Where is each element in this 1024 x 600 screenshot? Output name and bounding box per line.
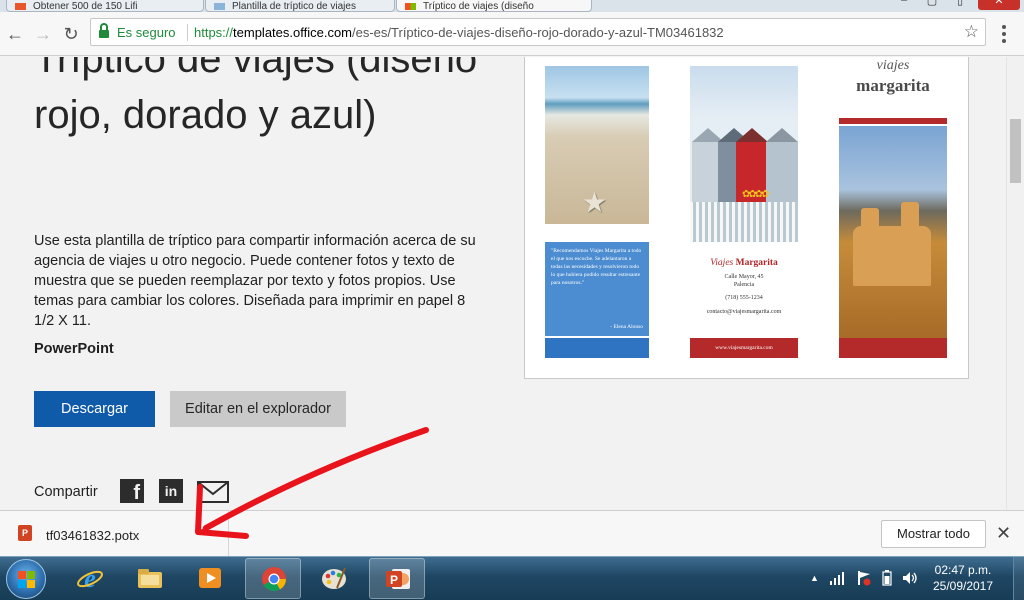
page-title: Tríptico de viajes (diseño rojo, dorado … [34, 57, 478, 137]
tab-title: Tríptico de viajes (diseño [423, 1, 534, 12]
browser-menu-icon[interactable] [998, 23, 1010, 45]
sandcastle-photo [839, 126, 947, 338]
restore-button[interactable]: ▢ [920, 0, 944, 10]
show-desktop-button[interactable] [1013, 557, 1024, 600]
starfish-icon: ★ [582, 187, 608, 218]
taskbar-powerpoint[interactable]: P [369, 558, 425, 599]
clock-date: 25/09/2017 [932, 579, 994, 593]
paint-palette-icon [322, 567, 346, 589]
cover-red-line [839, 118, 947, 124]
show-all-downloads-button[interactable]: Mostrar todo [881, 520, 986, 548]
scrollbar-thumb[interactable] [1010, 119, 1021, 183]
city-line: Palencia [733, 281, 755, 288]
cover-title-line2: margarita [856, 76, 930, 95]
agency-info: Viajes Margarita Calle Mayor, 45 Palenci… [690, 258, 798, 316]
minimize-button[interactable]: – [892, 0, 916, 10]
beach-huts-photo: ✿✿✿✿ [690, 66, 798, 242]
svg-text:e: e [84, 564, 96, 592]
close-shelf-icon[interactable]: ✕ [996, 523, 1011, 544]
tab-favicon-icon [15, 3, 26, 10]
flowers: ✿✿✿✿ [742, 189, 769, 200]
linkedin-icon[interactable]: in [159, 479, 183, 503]
internet-explorer-icon: e [77, 564, 103, 592]
powerpoint-file-icon: P [18, 525, 32, 541]
testimonial-box: "Recomendamos Viajes Margarita a todo el… [545, 242, 649, 336]
start-button[interactable] [6, 559, 46, 599]
reload-icon[interactable]: ↻ [60, 23, 82, 45]
bookmark-star-icon[interactable]: ☆ [964, 22, 979, 42]
back-arrow-icon[interactable]: ← [4, 23, 26, 45]
vertical-scrollbar[interactable] [1006, 57, 1024, 510]
tab-3-active[interactable]: Tríptico de viajes (diseño [396, 0, 592, 12]
download-button[interactable]: Descargar [34, 391, 155, 427]
cover-title: viajes margarita [839, 58, 947, 96]
lock-icon [99, 23, 109, 38]
windows-logo-icon [18, 571, 36, 589]
template-description: Use esta plantilla de tríptico para comp… [34, 233, 476, 329]
agency-brand: Viajes Margarita [710, 258, 778, 268]
browser-toolbar: ← → ↻ Es seguro https://templates.office… [0, 12, 1024, 56]
action-center-flag-icon[interactable] [856, 570, 872, 586]
facebook-icon[interactable]: f [120, 479, 144, 504]
battery-icon[interactable] [882, 570, 892, 586]
secure-label: Es seguro [117, 25, 176, 40]
tab-title: Obtener 500 de 150 Lifi [33, 1, 138, 12]
taskbar-chrome[interactable] [245, 558, 301, 599]
white-fence [690, 202, 798, 242]
castle-tower [901, 202, 919, 226]
cover-footer-bar [839, 338, 947, 358]
phone-line: (718) 555-1234 [725, 295, 763, 301]
testimonial-author: - Elena Alonso [610, 324, 643, 330]
sandcastle [853, 226, 931, 286]
email-line: contacto@viajesmargarita.com [706, 308, 782, 315]
close-window-button[interactable]: ✕ [978, 0, 1020, 10]
network-signal-icon[interactable] [830, 571, 846, 585]
show-hidden-icons-icon[interactable]: ▲ [810, 573, 819, 583]
svg-text:P: P [390, 573, 398, 587]
clock-time: 02:47 p.m. [934, 563, 992, 577]
volume-icon[interactable] [902, 570, 918, 586]
address-line: Calle Mayor, 45 [724, 274, 764, 280]
beach-photo: ★ [545, 66, 649, 224]
template-preview: ★ "Recomendamos Viajes Margarita a todo … [524, 57, 969, 379]
office-favicon-icon [405, 3, 416, 10]
chevron-up-icon[interactable]: ^ [202, 524, 207, 536]
cover-title-line1: viajes [876, 58, 910, 73]
downloaded-file-name[interactable]: tf03461832.potx [46, 528, 139, 543]
tab-strip: Obtener 500 de 150 Lifi Plantilla de trí… [0, 0, 1024, 12]
taskbar-clock[interactable]: 02:47 p.m. 25/09/2017 [925, 562, 1001, 594]
application-name: PowerPoint [34, 341, 114, 357]
tab-title: Plantilla de tríptico de viajes [232, 1, 356, 12]
page-content: Tríptico de viajes (diseño rojo, dorado … [0, 57, 1006, 510]
user-icon[interactable]: ▯ [948, 0, 972, 10]
taskbar-internet-explorer[interactable]: e [62, 558, 118, 599]
chrome-icon [262, 567, 286, 592]
testimonial-text: "Recomendamos Viajes Margarita a todo el… [551, 248, 642, 286]
taskbar-paint[interactable] [306, 558, 362, 599]
folder-icon [138, 569, 162, 588]
downloaded-file-item[interactable]: P tf03461832.potx ^ [0, 511, 229, 557]
powerpoint-icon: P [386, 569, 410, 589]
hut [766, 128, 798, 202]
blue-footer-bar [545, 338, 649, 358]
url-text[interactable]: https://templates.office.com/es-es/Trípt… [194, 25, 724, 40]
email-icon[interactable] [197, 481, 229, 503]
windows-taskbar: e P ▲ 02:47 p.m. 25/09/2017 [0, 556, 1024, 600]
taskbar-file-explorer[interactable] [122, 558, 178, 599]
tab-1[interactable]: Obtener 500 de 150 Lifi [6, 0, 204, 12]
share-label: Compartir [34, 484, 98, 500]
address-bar[interactable]: Es seguro https://templates.office.com/e… [90, 18, 986, 46]
website-bar: www.viajesmargarita.com [690, 338, 798, 358]
forward-arrow-icon[interactable]: → [32, 23, 54, 45]
tab-2[interactable]: Plantilla de tríptico de viajes [205, 0, 395, 12]
tab-favicon-icon [214, 3, 225, 10]
edit-in-browser-button[interactable]: Editar en el explorador [170, 391, 346, 427]
taskbar-media-player[interactable] [182, 558, 238, 599]
download-shelf: P tf03461832.potx ^ Mostrar todo ✕ [0, 510, 1024, 557]
separator [187, 24, 188, 41]
media-player-icon [199, 568, 221, 588]
